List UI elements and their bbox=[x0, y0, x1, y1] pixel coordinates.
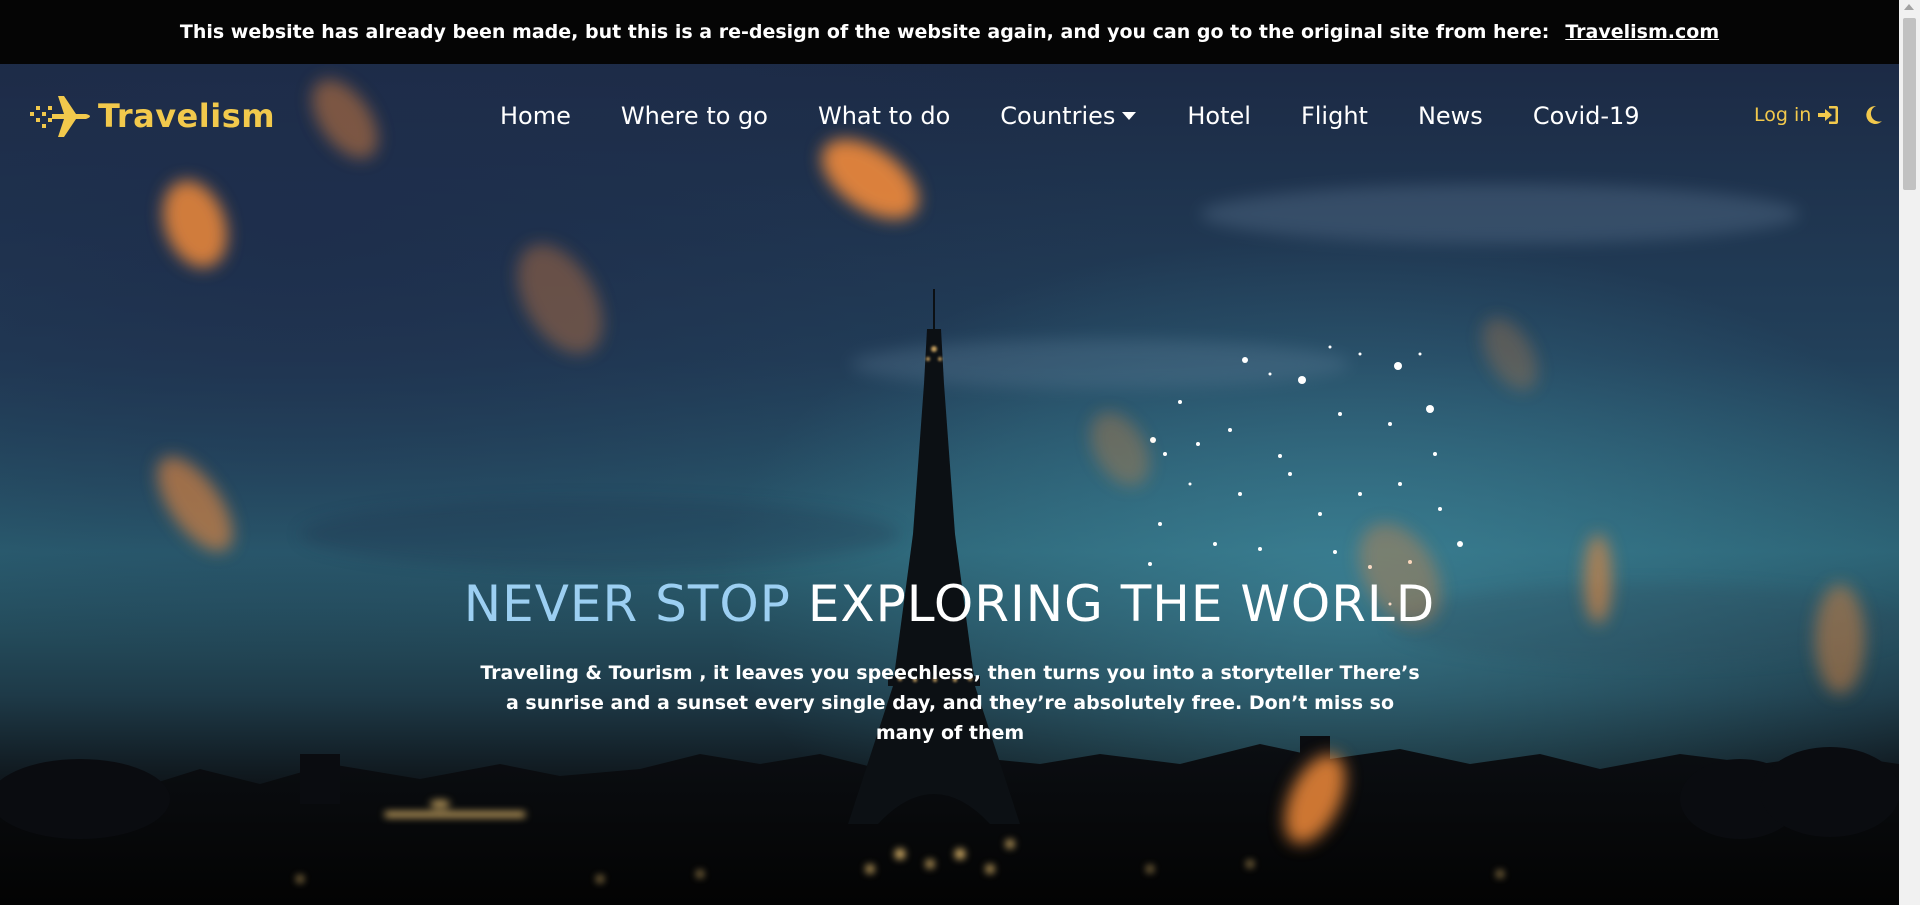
hero-background bbox=[0, 64, 1899, 905]
main-navigation: Travelism Home Where to go What to do Co… bbox=[0, 64, 1899, 174]
nav-item-label: Home bbox=[500, 102, 571, 130]
sign-in-icon bbox=[1818, 106, 1839, 124]
nav-menu: Home Where to go What to do Countries Ho… bbox=[500, 102, 1640, 130]
nav-item-label: Covid-19 bbox=[1532, 102, 1640, 130]
nav-item-label: News bbox=[1417, 102, 1483, 130]
nav-item-label: Countries bbox=[1000, 102, 1116, 130]
brand-name: Travelism bbox=[98, 97, 276, 135]
nav-item-label: Flight bbox=[1300, 102, 1368, 130]
headline-rest: EXPLORING THE WORLD bbox=[790, 575, 1436, 633]
theme-toggle-button[interactable] bbox=[1865, 105, 1883, 125]
original-site-link[interactable]: Travelism.com bbox=[1565, 21, 1719, 43]
nav-item-covid-19[interactable]: Covid-19 bbox=[1533, 102, 1640, 130]
scrollbar-thumb[interactable] bbox=[1903, 18, 1916, 190]
login-label: Log in bbox=[1754, 104, 1812, 126]
headline-accent: NEVER STOP bbox=[463, 575, 791, 633]
nav-item-label: What to do bbox=[817, 102, 951, 130]
nav-tools: Log in bbox=[1754, 104, 1883, 126]
announcement-banner: This website has already been made, but … bbox=[0, 0, 1899, 64]
eiffel-tower-night-image bbox=[0, 79, 1899, 905]
hero-headline: NEVER STOP EXPLORING THE WORLD bbox=[0, 575, 1899, 633]
brand-logo[interactable]: Travelism bbox=[28, 92, 275, 140]
banner-message: This website has already been made, but … bbox=[179, 21, 1550, 43]
nav-item-label: Where to go bbox=[620, 102, 768, 130]
nav-item-flight[interactable]: Flight bbox=[1301, 102, 1368, 130]
page-scrollbar[interactable] bbox=[1899, 0, 1920, 905]
nav-item-what-to-do[interactable]: What to do bbox=[818, 102, 950, 130]
nav-item-label: Hotel bbox=[1187, 102, 1251, 130]
caret-down-icon bbox=[1122, 112, 1137, 120]
login-button[interactable]: Log in bbox=[1754, 104, 1839, 126]
nav-item-news[interactable]: News bbox=[1418, 102, 1483, 130]
scroll-up-icon[interactable] bbox=[1904, 4, 1914, 10]
hero-subtext: Traveling & Tourism , it leaves you spee… bbox=[480, 662, 1420, 744]
nav-item-home[interactable]: Home bbox=[500, 102, 571, 130]
nav-item-where-to-go[interactable]: Where to go bbox=[621, 102, 768, 130]
nav-item-countries[interactable]: Countries bbox=[1000, 102, 1137, 130]
moon-icon bbox=[1866, 105, 1883, 124]
plane-icon bbox=[30, 96, 90, 137]
nav-item-hotel[interactable]: Hotel bbox=[1187, 102, 1251, 130]
